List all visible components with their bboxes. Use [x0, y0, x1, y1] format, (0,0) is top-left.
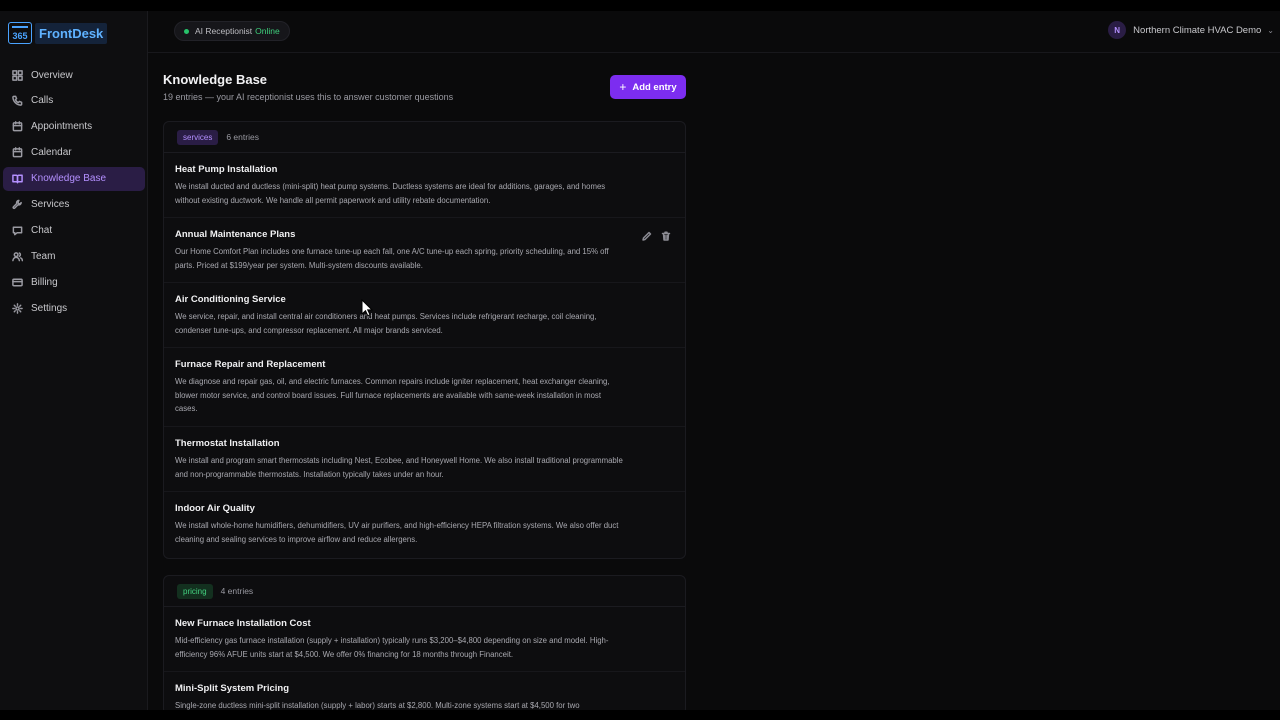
- kb-entry[interactable]: Furnace Repair and Replacement We diagno…: [164, 348, 685, 427]
- sidebar-item-settings[interactable]: Settings: [3, 296, 145, 320]
- sidebar-item-label: Billing: [31, 276, 58, 288]
- sidebar-item-calls[interactable]: Calls: [3, 89, 145, 113]
- entry-title: Heat Pump Installation: [175, 164, 278, 175]
- status-label: AI Receptionist: [195, 26, 253, 36]
- entry-body: We diagnose and repair gas, oil, and ele…: [175, 377, 610, 413]
- phone-icon: [12, 96, 23, 107]
- sidebar-item-label: Overview: [31, 69, 73, 81]
- main-content: AI Receptionist Online N Northern Climat…: [148, 11, 1280, 715]
- sidebar-item-label: Services: [31, 198, 70, 210]
- entry-title: Mini-Split System Pricing: [175, 683, 290, 694]
- entry-title: Annual Maintenance Plans: [175, 229, 296, 240]
- entry-title: Air Conditioning Service: [175, 294, 286, 305]
- avatar: N: [1108, 21, 1127, 39]
- card-icon: [12, 278, 23, 287]
- kb-entry[interactable]: Indoor Air Quality We install whole-home…: [164, 492, 685, 558]
- sidebar-item-label: Calendar: [31, 147, 72, 159]
- gear-icon: [12, 302, 23, 314]
- entry-title: Thermostat Installation: [175, 438, 280, 449]
- sidebar-item-knowledge-base[interactable]: Knowledge Base: [3, 166, 145, 191]
- kb-entry[interactable]: Heat Pump Installation We install ducted…: [164, 153, 685, 218]
- page-title: Knowledge Base: [163, 72, 268, 87]
- kb-entry[interactable]: New Furnace Installation Cost Mid-effici…: [164, 607, 685, 672]
- sidebar-item-team[interactable]: Team: [3, 244, 145, 268]
- kb-entry[interactable]: Mini-Split System Pricing Single-zone du…: [164, 672, 685, 714]
- online-dot-icon: [184, 28, 189, 34]
- account-switcher[interactable]: N Northern Climate HVAC Demo ⌄: [1108, 21, 1274, 39]
- sidebar-item-appointments[interactable]: Appointments: [3, 115, 145, 139]
- sidebar-item-label: Appointments: [31, 121, 93, 133]
- entry-body: We service, repair, and install central …: [175, 312, 597, 335]
- add-entry-label: Add entry: [632, 81, 677, 93]
- entry-body: We install whole-home humidifiers, dehum…: [175, 521, 619, 544]
- sidebar-item-chat[interactable]: Chat: [3, 218, 145, 242]
- entry-title: Indoor Air Quality: [175, 503, 255, 514]
- book-icon: [12, 174, 23, 184]
- calendar-icon: [12, 121, 23, 132]
- pencil-icon[interactable]: [642, 231, 652, 241]
- receptionist-status-badge: AI Receptionist Online: [174, 21, 290, 41]
- trash-icon[interactable]: [661, 231, 671, 241]
- plus-icon: +: [619, 80, 627, 94]
- status-value: Online: [255, 26, 280, 36]
- entry-count: 6 entries: [226, 132, 259, 142]
- entry-title: New Furnace Installation Cost: [175, 618, 311, 629]
- chevron-down-icon: ⌄: [1267, 25, 1274, 35]
- sidebar-item-label: Chat: [31, 224, 53, 236]
- page-subtitle: 19 entries — your AI receptionist uses t…: [163, 92, 454, 102]
- letterbox-bottom: [0, 710, 1280, 720]
- group-card-pricing: pricing 4 entries New Furnace Installati…: [163, 575, 686, 715]
- group-header: services 6 entries: [164, 122, 685, 153]
- sidebar-nav: Overview Calls Appointments Calendar Kno…: [3, 63, 145, 322]
- add-entry-button[interactable]: + Add entry: [610, 75, 686, 99]
- app-logo[interactable]: 365 FrontDesk: [8, 21, 108, 45]
- entry-actions: [642, 231, 671, 241]
- account-name: Northern Climate HVAC Demo: [1133, 24, 1262, 36]
- entry-count: 4 entries: [220, 586, 254, 596]
- logo-text: FrontDesk: [35, 22, 108, 44]
- calendar-icon: [12, 147, 23, 158]
- group-header: pricing 4 entries: [164, 576, 685, 607]
- entry-body: Mid-efficiency gas furnace installation …: [175, 636, 609, 659]
- entry-body: We install ducted and ductless (mini-spl…: [175, 182, 606, 205]
- kb-entry[interactable]: Air Conditioning Service We service, rep…: [164, 283, 685, 348]
- kb-entry[interactable]: Annual Maintenance Plans Our Home Comfor…: [164, 218, 685, 283]
- entry-body: Our Home Comfort Plan includes one furna…: [175, 247, 609, 270]
- group-card-services: services 6 entries Heat Pump Installatio…: [163, 121, 686, 559]
- users-icon: [12, 251, 23, 262]
- chat-icon: [12, 226, 23, 236]
- sidebar-item-calendar[interactable]: Calendar: [3, 141, 145, 165]
- sidebar: 365 FrontDesk Overview Calls Appointment…: [0, 11, 148, 710]
- sidebar-item-label: Calls: [31, 95, 54, 107]
- category-tag: pricing: [177, 583, 213, 599]
- sidebar-item-billing[interactable]: Billing: [3, 270, 145, 294]
- sidebar-item-label: Team: [31, 250, 56, 262]
- sidebar-item-overview[interactable]: Overview: [3, 63, 145, 87]
- calendar-logo-icon: 365: [8, 22, 32, 44]
- sidebar-item-label: Settings: [31, 302, 68, 314]
- sidebar-item-services[interactable]: Services: [3, 192, 145, 216]
- category-tag: services: [177, 129, 219, 145]
- wrench-icon: [12, 199, 22, 210]
- letterbox-top: [0, 0, 1280, 11]
- entry-body: We install and program smart thermostats…: [175, 456, 623, 479]
- mouse-cursor-icon: [361, 299, 373, 317]
- entry-title: Furnace Repair and Replacement: [175, 359, 326, 370]
- kb-entry[interactable]: Thermostat Installation We install and p…: [164, 427, 685, 492]
- top-header: AI Receptionist Online N Northern Climat…: [148, 11, 1280, 53]
- sidebar-item-label: Knowledge Base: [31, 173, 107, 185]
- grid-icon: [12, 69, 23, 81]
